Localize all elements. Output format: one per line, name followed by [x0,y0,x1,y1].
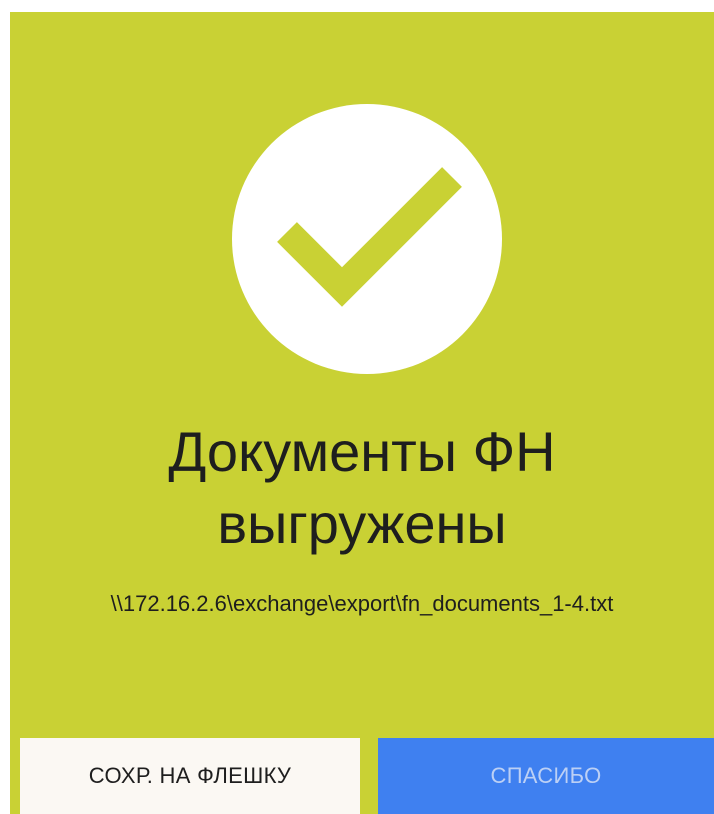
success-badge [232,104,502,374]
thanks-label: СПАСИБО [490,763,602,788]
checkmark-icon [277,167,462,307]
status-title: Документы ФН выгружены [10,420,714,556]
save-to-flash-label: СОХР. НА ФЛЕШКУ [88,763,292,788]
status-title-line1: Документы ФН [168,420,556,483]
export-file-path: \\172.16.2.6\exchange\export\fn_document… [110,591,614,616]
save-to-flash-button[interactable]: СОХР. НА ФЛЕШКУ [20,738,360,814]
thanks-button[interactable]: СПАСИБО [378,738,714,814]
screen: Документы ФН выгружены \\172.16.2.6\exch… [0,0,714,814]
status-title-line2: выгружены [217,492,507,555]
